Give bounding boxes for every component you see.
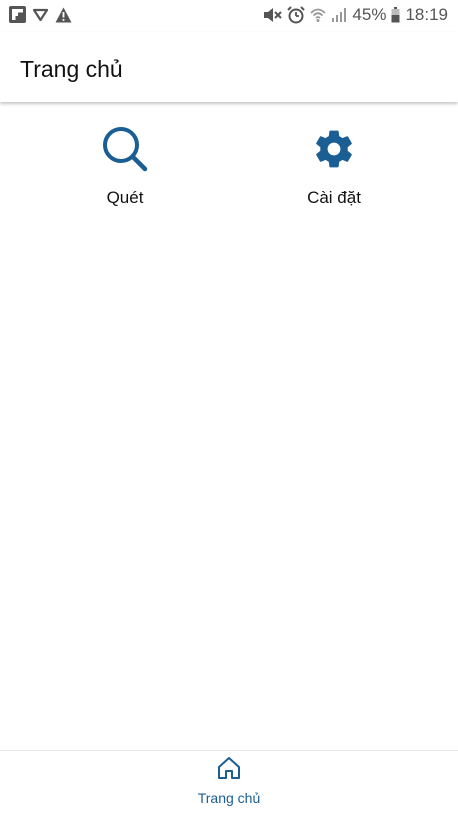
home-icon	[216, 755, 242, 786]
alarm-icon	[287, 6, 306, 24]
search-icon	[100, 124, 150, 174]
bottom-nav: Trang chủ	[0, 750, 458, 815]
home-grid: Quét Cài đặt	[0, 104, 458, 750]
screen: 45% 18:19 Trang chủ Quét Cài đặt Trang c…	[0, 0, 458, 815]
settings-button[interactable]: Cài đặt	[244, 124, 424, 214]
warning-icon	[55, 7, 72, 23]
status-bar-left	[9, 6, 72, 23]
flipboard-icon	[9, 6, 26, 23]
wifi-icon	[310, 6, 327, 24]
signal-icon	[331, 7, 347, 23]
nav-item-home[interactable]: Trang chủ	[179, 755, 279, 811]
scan-button[interactable]: Quét	[35, 124, 215, 214]
clock: 18:19	[405, 5, 448, 24]
download-icon	[33, 7, 48, 22]
page-title: Trang chủ	[20, 56, 123, 82]
status-bar: 45% 18:19	[0, 0, 458, 32]
mute-icon	[262, 6, 283, 24]
battery-percent: 45%	[352, 5, 387, 24]
nav-item-label: Trang chủ	[197, 790, 261, 806]
scan-label: Quét	[106, 188, 144, 207]
settings-label: Cài đặt	[307, 188, 361, 207]
battery-icon	[391, 7, 400, 23]
status-bar-right: 45% 18:19	[262, 5, 448, 25]
gear-icon	[309, 124, 359, 174]
app-bar: Trang chủ	[0, 32, 458, 102]
